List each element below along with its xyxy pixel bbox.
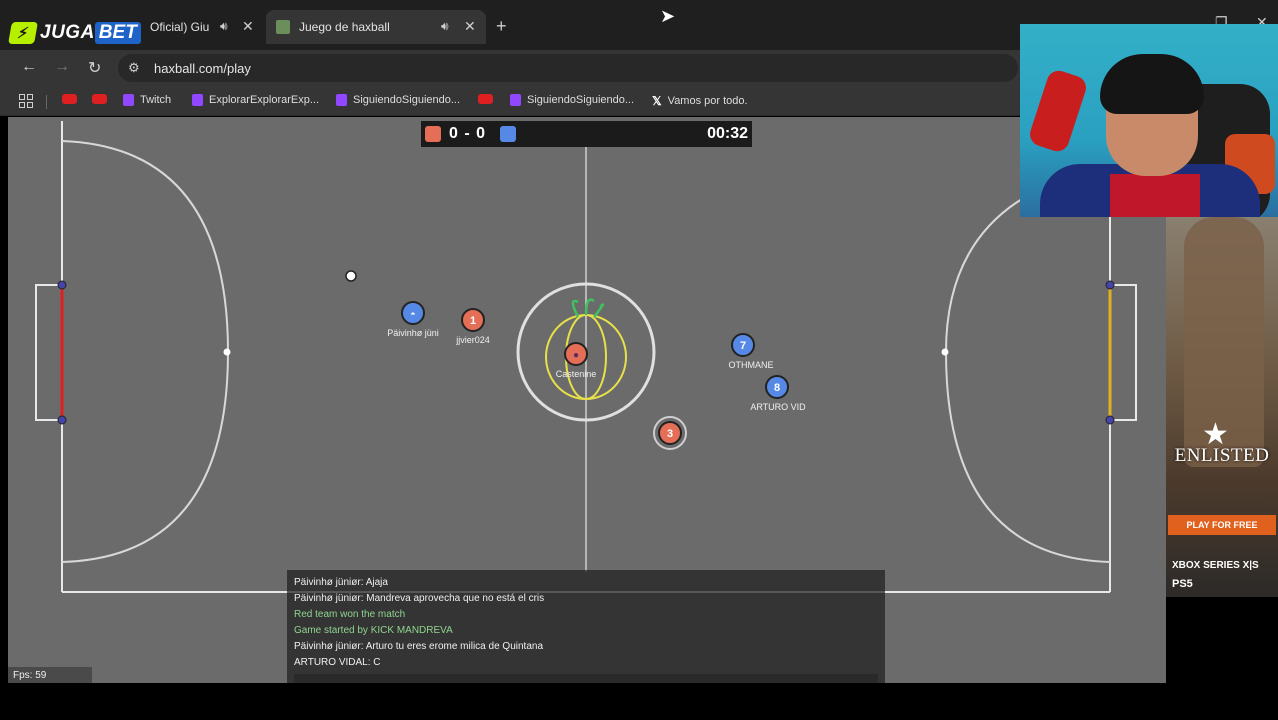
bookmark-label: Vamos por todo. <box>667 95 748 107</box>
player-number: 7 <box>740 340 746 352</box>
chat-line: Päivinhø jüniør: Mandreva aprovecha que … <box>294 593 545 604</box>
play-for-free-button[interactable]: PLAY FOR FREE <box>1168 515 1276 535</box>
bookmark-x[interactable]: 𝕏 Vamos por todo. <box>652 94 748 108</box>
youtube-icon <box>478 94 493 104</box>
bookmark-separator <box>46 95 47 109</box>
site-settings-icon[interactable]: ⚙ <box>128 60 140 76</box>
red-team-swatch <box>425 126 441 142</box>
x-icon: 𝕏 <box>652 94 662 108</box>
ad-brand: ENLISTED <box>1174 445 1270 466</box>
reload-icon[interactable]: ↻ <box>88 58 101 78</box>
bookmark-siguiendo-1[interactable]: SiguiendoSiguiendo... <box>336 94 460 106</box>
logo-text-2: BET <box>94 22 141 44</box>
player-avatar: ● <box>573 350 579 361</box>
ad-banner[interactable]: ★ ENLISTED PLAY FOR FREE XBOX SERIES X|S… <box>1166 217 1278 597</box>
left-spot <box>223 348 231 356</box>
ball <box>345 270 357 282</box>
chat-line: Päivinhø jüniør: Ajaja <box>294 577 388 588</box>
haxball-game-canvas[interactable]: ◓ 1 ● 3 7 8 0 - 0 00:32 Päivinhø jüni jj… <box>8 117 1166 683</box>
left-post-bottom <box>57 415 67 425</box>
screen: { "browser": { "tabs": [ {"title": "Ofic… <box>0 0 1278 720</box>
forward-icon[interactable]: → <box>54 58 70 76</box>
url-input[interactable]: ⚙ haxball.com/play <box>118 54 1018 82</box>
right-spot <box>941 348 949 356</box>
url-text: haxball.com/play <box>154 61 251 76</box>
ad-platform-ps: PS5 <box>1172 578 1193 590</box>
jugabet-logo: ⚡︎ JUGA BET <box>8 20 148 46</box>
bookmark-label: SiguiendoSiguiendo... <box>527 94 635 106</box>
bookmark-youtube-3[interactable] <box>478 94 493 104</box>
cam-hair <box>1100 54 1204 114</box>
player-name: Päivinhø jüni <box>387 328 439 338</box>
player-avatar: ◓ <box>410 309 415 319</box>
logo-text-1: JUGA <box>40 22 95 43</box>
microphone-icon <box>1026 67 1090 155</box>
chat-input[interactable] <box>294 674 878 683</box>
apps-grid-icon[interactable] <box>19 94 33 108</box>
bookmark-youtube-1[interactable] <box>62 94 77 104</box>
right-post-bottom <box>1105 415 1115 425</box>
bolt-icon: ⚡︎ <box>8 22 38 44</box>
close-tab-icon[interactable]: ✕ <box>464 18 476 35</box>
new-tab-button[interactable]: + <box>496 16 507 37</box>
chat-panel: Päivinhø jüniør: Ajaja Päivinhø jüniør: … <box>287 570 885 683</box>
bookmark-twitch[interactable]: Twitch <box>123 94 171 106</box>
chat-line-system: Red team won the match <box>294 609 406 620</box>
player-number: 1 <box>470 315 476 327</box>
scoreboard: 0 - 0 00:32 <box>421 121 752 147</box>
tab-inactive[interactable]: Oficial) Giuli 🔊︎ ✕ <box>140 13 265 43</box>
speaker-icon[interactable]: 🔊︎ <box>441 19 449 34</box>
player-number: 3 <box>667 428 673 440</box>
chat-line: ARTURO VIDAL: C <box>294 657 381 668</box>
right-post-top <box>1105 280 1115 290</box>
left-post-top <box>57 280 67 290</box>
right-blank <box>1166 597 1278 683</box>
cam-shirt <box>1110 174 1200 217</box>
match-clock: 00:32 <box>707 125 748 142</box>
mouse-cursor-icon: ➤ <box>660 6 676 26</box>
left-penalty-arc <box>61 140 230 563</box>
twitch-icon <box>510 94 521 106</box>
speaker-icon[interactable]: 🔊︎ <box>220 19 228 34</box>
player-name: jjvier024 <box>456 335 490 345</box>
player-number: 8 <box>774 382 780 394</box>
player-name: Castenine <box>555 369 597 379</box>
bookmark-label: Twitch <box>140 94 172 106</box>
bookmark-explorar[interactable]: ExplorarExplorarExp... <box>192 94 319 106</box>
bookmark-youtube-2[interactable] <box>92 94 107 104</box>
ad-platform-xbox: XBOX SERIES X|S <box>1172 560 1259 571</box>
haxball-favicon-icon <box>276 20 290 34</box>
webcam-overlay <box>1020 24 1278 217</box>
right-penalty-arc <box>944 166 1111 563</box>
back-icon[interactable]: ← <box>21 58 37 76</box>
right-goal <box>1109 284 1137 421</box>
bookmark-label: ExplorarExplorarExp... <box>209 94 320 106</box>
tab-title: Oficial) Giuli <box>150 20 210 34</box>
tab-active[interactable]: Juego de haxball 🔊︎ ✕ <box>266 10 486 44</box>
twitch-icon <box>336 94 347 106</box>
twitch-icon <box>192 94 203 106</box>
close-tab-icon[interactable]: ✕ <box>242 18 254 35</box>
twitch-icon <box>123 94 134 106</box>
youtube-icon <box>92 94 107 104</box>
bookmark-label: SiguiendoSiguiendo... <box>353 94 461 106</box>
player-name: OTHMANE <box>728 360 774 370</box>
bookmark-siguiendo-2[interactable]: SiguiendoSiguiendo... <box>510 94 634 106</box>
fps-counter: Fps: 59 <box>8 667 92 683</box>
score: 0 - 0 <box>449 125 487 142</box>
left-goal <box>35 284 63 421</box>
chat-line: Päivinhø jüniør: Arturo tu eres erome mi… <box>294 641 543 652</box>
player-name: ARTURO VID <box>750 402 806 412</box>
blue-team-swatch <box>500 126 516 142</box>
tab-title: Juego de haxball <box>299 20 390 34</box>
chat-line-system: Game started by KICK MANDREVA <box>294 625 453 636</box>
youtube-icon <box>62 94 77 104</box>
